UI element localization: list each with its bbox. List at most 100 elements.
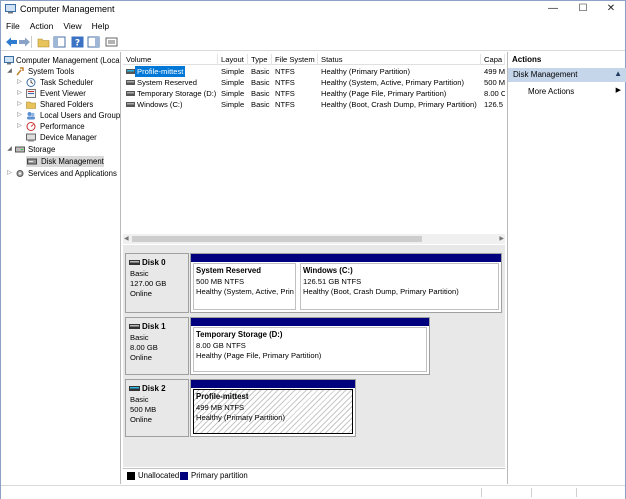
volume-layout: Simple [221, 67, 245, 76]
menu-view[interactable]: View [58, 19, 86, 33]
volume-row[interactable]: Windows (C:) Simple Basic NTFS Healthy (… [123, 99, 505, 110]
storage-icon [15, 146, 25, 153]
scrollbar-thumb[interactable] [132, 236, 422, 242]
more-actions-item[interactable]: More Actions [528, 87, 574, 96]
scroll-left-arrow-icon[interactable]: ◀ [124, 234, 129, 244]
users-icon [27, 112, 35, 120]
properties-icon[interactable] [105, 36, 118, 48]
disk-type: Basic [130, 333, 149, 342]
volume-row[interactable]: System Reserved Simple Basic NTFS Health… [123, 77, 505, 88]
show-hide-action-pane-icon[interactable] [87, 36, 100, 48]
volume-capacity: 499 M [484, 67, 505, 76]
horizontal-scrollbar[interactable]: ◀ ▶ [123, 234, 505, 244]
partition-temporary-storage-d[interactable]: Temporary Storage (D:) 8.00 GB NTFS Heal… [191, 318, 429, 374]
expand-arrow-icon[interactable]: ▷ [16, 99, 23, 110]
partition-windows-c[interactable]: Windows (C:) 126.51 GB NTFS Healthy (Boo… [298, 254, 501, 312]
collapse-arrow-icon[interactable]: ◢ [6, 66, 13, 77]
tree-item-disk-management[interactable]: Disk Management [26, 156, 104, 167]
volume-layout: Simple [221, 78, 245, 87]
tree-label: System Tools [28, 67, 75, 76]
partition-size: 126.51 GB NTFS [303, 277, 362, 286]
toolbar: ? [1, 34, 625, 51]
disk-name: Disk 1 [142, 322, 166, 331]
volume-name: Profile-mittest [135, 66, 186, 77]
expand-arrow-icon[interactable]: ▷ [16, 121, 23, 132]
performance-icon [26, 122, 36, 131]
volume-icon [126, 91, 135, 96]
disk-size: 500 MB [130, 405, 157, 414]
tree-label: Performance [40, 122, 85, 131]
volume-name: Windows (C:) [137, 100, 183, 109]
device-manager-icon [26, 133, 36, 142]
collapse-up-icon[interactable]: ▲ [614, 69, 622, 78]
disk-type: Basic [130, 395, 149, 404]
expand-arrow-icon[interactable]: ▷ [6, 168, 13, 179]
volume-name-cell: System Reserved [123, 77, 218, 88]
disk-0-label[interactable]: Disk 0 Basic 127.00 GB Online [125, 253, 189, 313]
partition-profile-mittest[interactable]: Profile-mittest 499 MB NTFS Healthy (Pri… [191, 380, 355, 436]
menu-bar: File Action View Help [1, 19, 625, 33]
primary-partition-bar [191, 254, 298, 262]
help-icon[interactable]: ? [71, 36, 84, 48]
column-header-layout[interactable]: Layout [218, 54, 248, 65]
back-arrow-icon[interactable] [5, 36, 18, 48]
column-header-file-system[interactable]: File System [272, 54, 318, 65]
column-header-capacity[interactable]: Capa [481, 54, 505, 65]
primary-partition-bar [298, 254, 501, 262]
expand-arrow-icon[interactable]: ▷ [16, 88, 23, 99]
toolbar-separator [31, 36, 32, 48]
menu-action[interactable]: Action [25, 19, 59, 33]
volume-name-cell: Windows (C:) [123, 99, 218, 110]
volume-status: Healthy (Boot, Crash Dump, Primary Parti… [321, 100, 477, 109]
expand-arrow-icon[interactable]: ▷ [16, 110, 23, 121]
forward-arrow-icon[interactable] [18, 36, 31, 48]
minimize-button[interactable]: — [541, 1, 565, 18]
tree-label: Disk Management [41, 157, 104, 166]
window-title: Computer Management [20, 4, 115, 14]
disk-1-label[interactable]: Disk 1 Basic 8.00 GB Online [125, 317, 189, 375]
actions-group-disk-management[interactable]: Disk Management ▲ [508, 68, 626, 82]
disk-2-label[interactable]: Disk 2 Basic 500 MB Online [125, 379, 189, 437]
volume-type: Basic [251, 89, 270, 98]
primary-partition-bar [191, 318, 429, 326]
scroll-right-arrow-icon[interactable]: ▶ [499, 234, 504, 244]
volume-status: Healthy (Primary Partition) [321, 67, 411, 76]
disk-size: 8.00 GB [130, 343, 158, 352]
tree-root-label: Computer Management (Local [16, 56, 121, 65]
clock-icon [26, 78, 36, 87]
partition-title: Windows (C:) [303, 266, 353, 275]
expand-arrow-icon[interactable]: ▷ [16, 77, 23, 88]
menu-help[interactable]: Help [87, 19, 114, 33]
disk-state: Online [130, 415, 152, 424]
tree-label: Shared Folders [40, 100, 94, 109]
partition-status: Healthy (Page File, Primary Partition) [196, 351, 322, 360]
legend-unallocated: Unallocated [138, 471, 180, 480]
disk-management-pane: Volume Layout Type File System Status Ca… [123, 52, 505, 484]
disk-icon [129, 260, 140, 265]
disk-size: 127.00 GB [130, 279, 167, 288]
show-hide-console-tree-icon[interactable] [53, 36, 66, 48]
partition-system-reserved[interactable]: System Reserved 500 MB NTFS Healthy (Sys… [191, 254, 298, 312]
submenu-arrow-icon[interactable]: ▶ [616, 86, 621, 94]
volume-capacity: 126.5 [484, 100, 504, 109]
partition-legend: Unallocated Primary partition [123, 468, 505, 482]
column-header-status[interactable]: Status [318, 54, 481, 65]
partition-size: 500 MB NTFS [196, 277, 245, 286]
volume-capacity: 500 M [484, 78, 505, 87]
column-header-volume[interactable]: Volume [123, 54, 218, 65]
close-button[interactable]: ✕ [599, 1, 623, 18]
volume-row[interactable]: Profile-mittest Simple Basic NTFS Health… [123, 66, 505, 77]
up-folder-icon[interactable] [37, 36, 50, 48]
partition-size: 499 MB NTFS [196, 403, 245, 412]
volume-icon [126, 69, 135, 74]
partition-body: System Reserved 500 MB NTFS Healthy (Sys… [193, 263, 296, 310]
column-header-type[interactable]: Type [248, 54, 272, 65]
maximize-button[interactable]: ☐ [571, 1, 595, 18]
collapse-arrow-icon[interactable]: ◢ [6, 144, 13, 155]
volume-file-system: NTFS [275, 89, 295, 98]
primary-partition-swatch [180, 472, 188, 480]
status-bar-segment [481, 488, 482, 497]
volume-status: Healthy (Page File, Primary Partition) [321, 89, 447, 98]
menu-file[interactable]: File [1, 19, 25, 33]
volume-row[interactable]: Temporary Storage (D:) Simple Basic NTFS… [123, 88, 505, 99]
